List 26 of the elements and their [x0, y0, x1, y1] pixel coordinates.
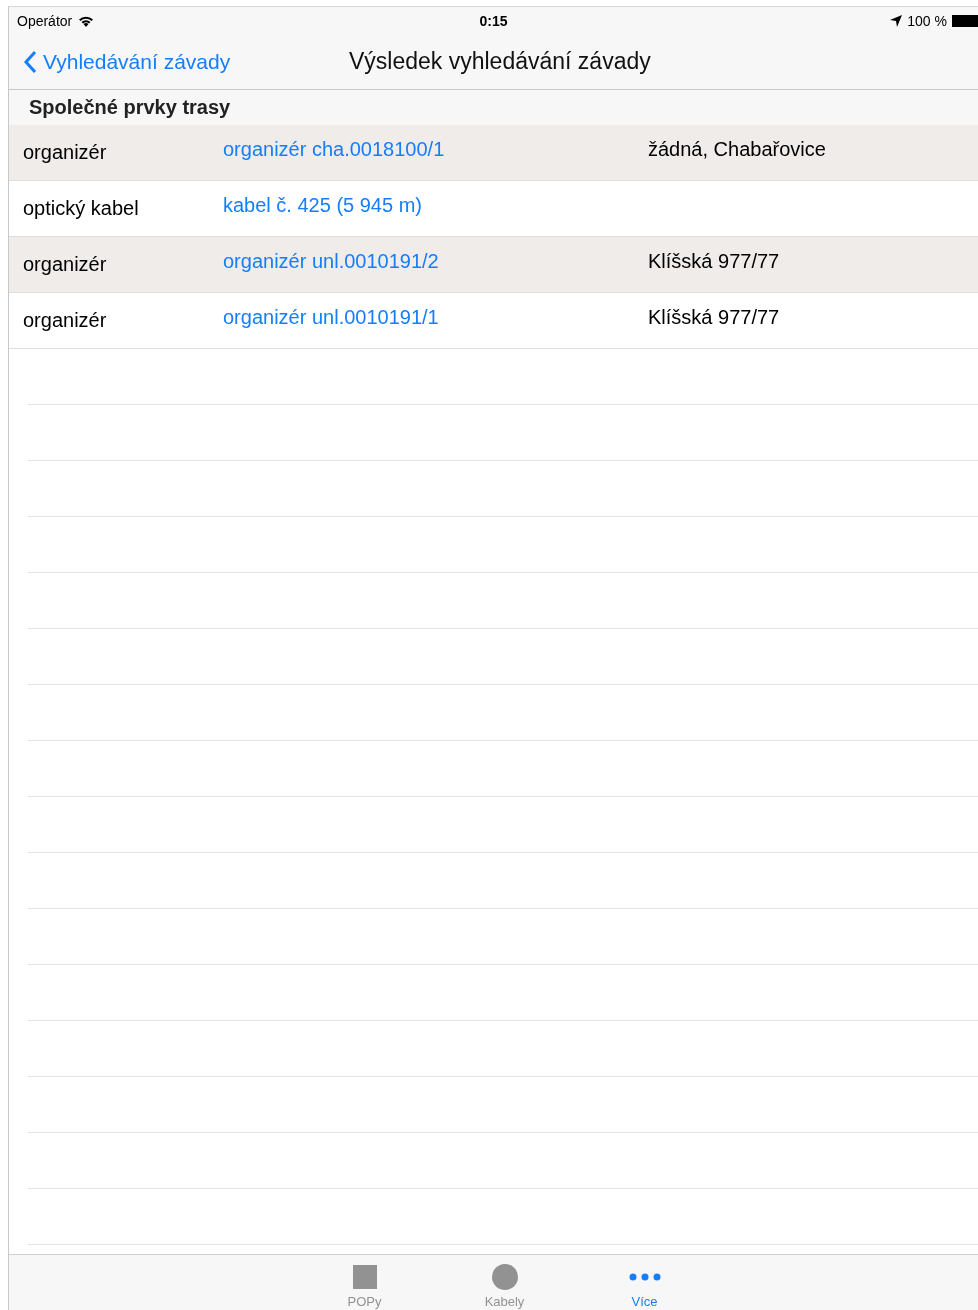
wifi-icon: [78, 14, 95, 27]
element-link[interactable]: organizér cha.0018100/1: [223, 138, 648, 161]
element-location: Klíšská 977/77: [648, 306, 781, 329]
tab-bar-item[interactable]: POPy: [324, 1255, 405, 1310]
tab-bar-item[interactable]: Kabely: [464, 1255, 545, 1310]
back-button[interactable]: Vyhledávání závady: [9, 49, 231, 74]
back-chevron-icon: [23, 49, 37, 74]
screen-title: Výsledek vyhledávání závady: [349, 48, 651, 75]
section-header: Společné prvky trasy: [9, 90, 978, 125]
location-arrow-icon: [890, 14, 903, 27]
element-location: žádná, Chabařovice: [648, 138, 827, 161]
status-time: 0:15: [479, 12, 508, 29]
battery-percent: 100 %: [907, 12, 947, 29]
element-link[interactable]: kabel č. 425 (5 945 m): [223, 194, 648, 217]
element-location: Klíšská 977/77: [648, 250, 781, 273]
circle-icon: [491, 1264, 518, 1290]
element-type: organizér: [23, 309, 108, 332]
element-type: optický kabel: [23, 197, 140, 220]
square-icon: [351, 1264, 378, 1290]
battery-icon: [952, 14, 978, 27]
element-link[interactable]: organizér unl.0010191/1: [223, 306, 648, 329]
element-type: organizér: [23, 141, 108, 164]
element-link[interactable]: organizér unl.0010191/2: [223, 250, 648, 273]
element-type: organizér: [23, 253, 108, 276]
tab-bar-item[interactable]: Více: [604, 1255, 685, 1310]
carrier-name: Operátor: [17, 12, 73, 29]
